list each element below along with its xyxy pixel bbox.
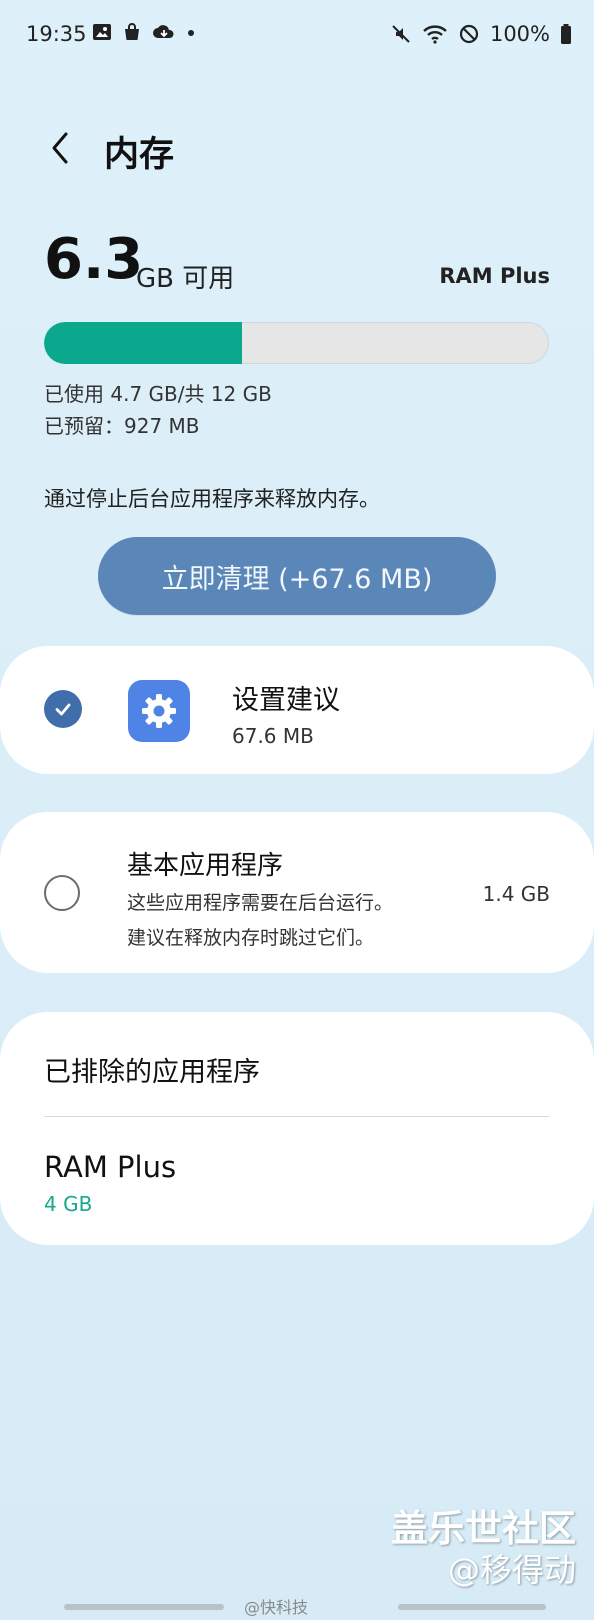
wifi-icon [423, 25, 447, 44]
status-icons-right: 100% [390, 22, 572, 46]
status-icons-left [92, 22, 196, 42]
memory-usage-fill [44, 322, 242, 364]
image-icon [93, 24, 111, 40]
memory-usage-bar [44, 322, 549, 364]
page-title: 内存 [104, 135, 175, 175]
essential-apps-title: 基本应用程序 [127, 851, 284, 881]
gear-icon [142, 694, 176, 728]
clean-now-button[interactable]: 立即清理 (+67.6 MB) [98, 537, 496, 615]
watermark-source: @快科技 [244, 1598, 309, 1617]
status-time: 19:35 [26, 22, 87, 46]
watermark-author: @移得动 [447, 1551, 576, 1589]
checked-checkbox[interactable] [44, 690, 82, 728]
essential-apps-desc-line2: 建议在释放内存时跳过它们。 [127, 927, 375, 949]
ram-plus-item[interactable]: RAM Plus [44, 1150, 176, 1184]
dot-icon [188, 30, 194, 36]
nav-gesture-hint-right [398, 1604, 546, 1610]
mute-icon [392, 25, 410, 43]
used-memory-text: 已使用 4.7 GB/共 12 GB [44, 382, 272, 406]
watermark-community: 盖乐世社区 [391, 1507, 576, 1550]
unchecked-checkbox[interactable] [44, 875, 80, 911]
blocked-icon [459, 24, 479, 44]
suggested-app-title: 设置建议 [232, 685, 340, 716]
available-memory-unit: GB 可用 [136, 264, 235, 294]
checkmark-icon [55, 703, 71, 716]
divider [44, 1116, 549, 1117]
settings-app-icon [128, 680, 190, 742]
free-memory-description: 通过停止后台应用程序来释放内存。 [44, 487, 380, 511]
battery-percent: 100% [489, 22, 550, 46]
essential-apps-size: 1.4 GB [482, 882, 550, 906]
battery-icon [561, 24, 571, 44]
reserved-memory-text: 已预留：927 MB [44, 414, 200, 438]
available-memory-value: 6.3 [44, 227, 144, 292]
essential-apps-desc-line1: 这些应用程序需要在后台运行。 [127, 892, 394, 914]
nav-gesture-hint-left [64, 1604, 224, 1610]
ram-plus-link[interactable]: RAM Plus [439, 264, 550, 288]
excluded-apps-item[interactable]: 已排除的应用程序 [44, 1050, 260, 1089]
suggested-app-size: 67.6 MB [232, 724, 314, 748]
cloud-icon [153, 25, 174, 38]
back-arrow-icon[interactable] [44, 126, 78, 170]
clean-now-label: 立即清理 (+67.6 MB) [161, 563, 433, 595]
bag-icon [125, 23, 139, 40]
ram-plus-value: 4 GB [44, 1192, 93, 1216]
